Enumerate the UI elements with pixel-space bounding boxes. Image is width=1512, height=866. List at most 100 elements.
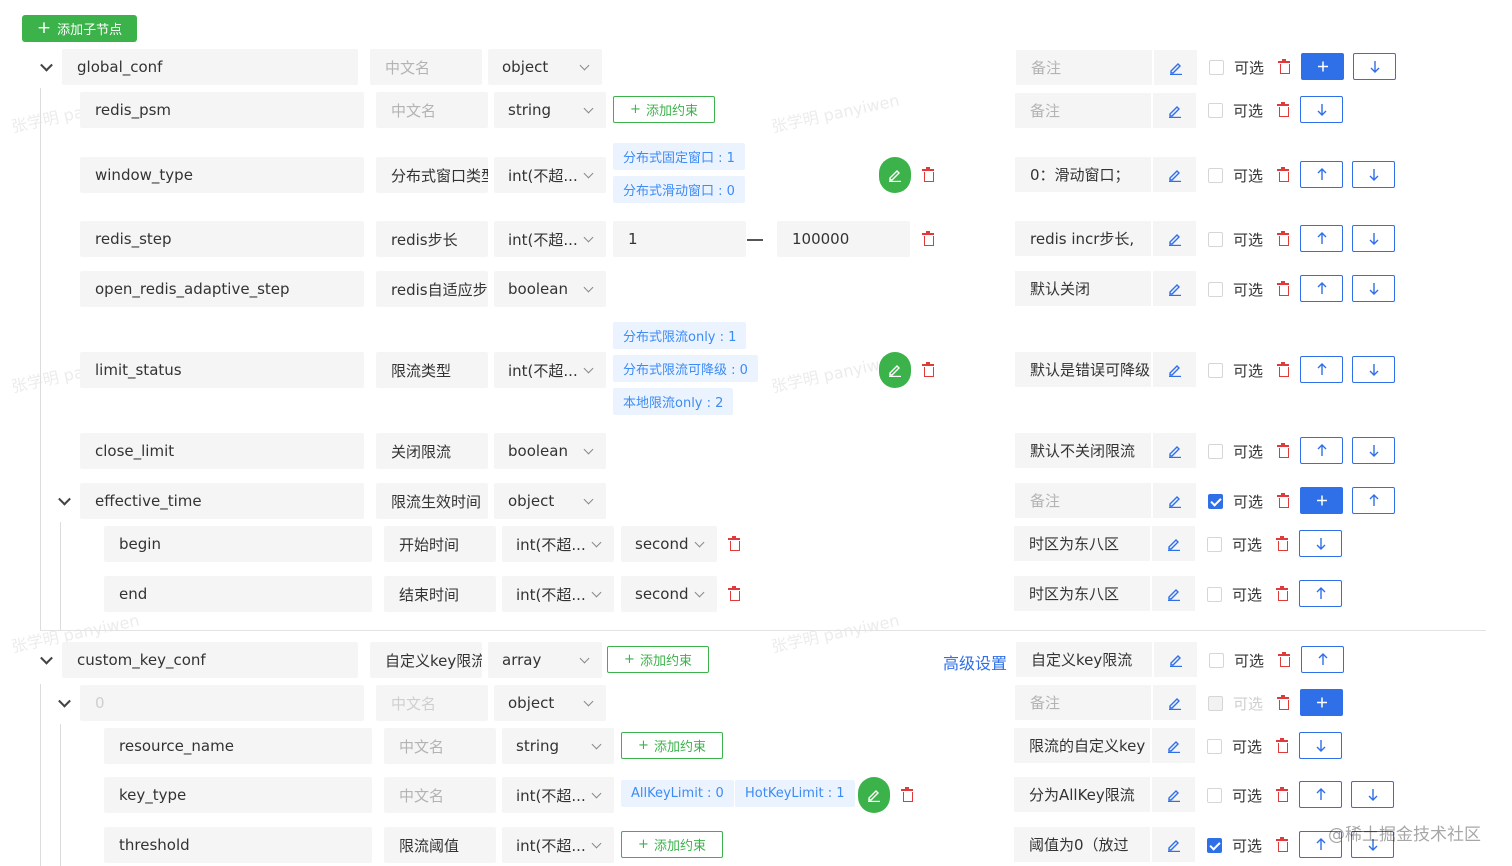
- delete-constraint-icon[interactable]: [901, 787, 913, 802]
- move-up-button[interactable]: [1301, 646, 1344, 673]
- type-select[interactable]: int(不超...: [502, 777, 614, 813]
- move-down-button[interactable]: [1352, 437, 1395, 464]
- range-min-input[interactable]: 1: [613, 221, 746, 257]
- add-child-button[interactable]: [1300, 689, 1343, 716]
- type-select[interactable]: int(不超...: [494, 157, 606, 193]
- field-cn-input[interactable]: 限流阈值: [384, 827, 496, 863]
- type-select[interactable]: object: [488, 49, 602, 85]
- delete-icon[interactable]: [1278, 652, 1290, 667]
- move-up-button[interactable]: [1299, 580, 1342, 607]
- field-name-input[interactable]: effective_time: [80, 483, 364, 519]
- note-input[interactable]: 限流的自定义key: [1014, 728, 1150, 763]
- add-child-button[interactable]: [1300, 487, 1343, 514]
- note-edit-button[interactable]: [1150, 728, 1195, 763]
- optional-checkbox[interactable]: [1207, 537, 1222, 552]
- note-input[interactable]: 备注: [1015, 685, 1151, 720]
- optional-checkbox[interactable]: [1208, 494, 1223, 509]
- field-name-input[interactable]: resource_name: [104, 728, 372, 764]
- constraint-tag[interactable]: 分布式限流可降级 : 0: [613, 355, 758, 382]
- note-edit-button[interactable]: [1151, 433, 1196, 468]
- constraint-tag[interactable]: 分布式限流only : 1: [613, 322, 747, 349]
- note-input[interactable]: 0：滑动窗口；: [1015, 157, 1151, 192]
- delete-icon[interactable]: [1277, 362, 1289, 377]
- field-cn-input[interactable]: 中文名: [376, 92, 488, 128]
- field-cn-input[interactable]: 限流生效时间: [376, 483, 488, 519]
- type-select[interactable]: int(不超...: [502, 576, 614, 612]
- delete-constraint-icon[interactable]: [728, 586, 740, 601]
- type-select[interactable]: object: [494, 685, 606, 721]
- note-edit-button[interactable]: [1151, 157, 1196, 192]
- delete-constraint-icon[interactable]: [922, 231, 934, 246]
- delete-icon[interactable]: [1276, 787, 1288, 802]
- field-cn-input[interactable]: 分布式窗口类型: [376, 157, 488, 193]
- unit-select[interactable]: second: [621, 526, 717, 562]
- collapse-chevron-icon[interactable]: [40, 651, 53, 665]
- move-up-button[interactable]: [1300, 161, 1343, 188]
- type-select[interactable]: string: [494, 92, 606, 128]
- type-select[interactable]: int(不超...: [494, 352, 606, 388]
- note-input[interactable]: 默认是错误可降级: [1015, 352, 1151, 387]
- note-edit-button[interactable]: [1151, 271, 1196, 306]
- note-input[interactable]: 时区为东八区: [1014, 526, 1150, 561]
- move-down-button[interactable]: [1351, 781, 1394, 808]
- constraint-tag[interactable]: AllKeyLimit : 0: [621, 780, 734, 807]
- delete-icon[interactable]: [1277, 231, 1289, 246]
- add-constraint-button[interactable]: + 添加约束: [621, 732, 723, 759]
- field-cn-input[interactable]: 关闭限流: [376, 433, 488, 469]
- note-input[interactable]: 时区为东八区: [1014, 576, 1150, 611]
- optional-checkbox[interactable]: [1207, 587, 1222, 602]
- collapse-chevron-icon[interactable]: [58, 694, 71, 708]
- note-edit-button[interactable]: [1152, 50, 1197, 85]
- optional-checkbox[interactable]: [1208, 168, 1223, 183]
- edit-constraint-button[interactable]: [879, 157, 911, 193]
- note-edit-button[interactable]: [1151, 685, 1196, 720]
- delete-constraint-icon[interactable]: [728, 536, 740, 551]
- delete-icon[interactable]: [1277, 167, 1289, 182]
- field-cn-input[interactable]: 中文名: [384, 728, 496, 764]
- field-cn-input[interactable]: 结束时间: [384, 576, 496, 612]
- optional-checkbox[interactable]: [1207, 838, 1222, 853]
- delete-constraint-icon[interactable]: [922, 362, 934, 377]
- move-down-button[interactable]: [1299, 732, 1342, 759]
- optional-checkbox[interactable]: [1209, 653, 1224, 668]
- field-name-input[interactable]: redis_psm: [80, 92, 364, 128]
- delete-icon[interactable]: [1276, 837, 1288, 852]
- field-cn-input[interactable]: redis步长: [376, 221, 488, 257]
- optional-checkbox[interactable]: [1207, 788, 1222, 803]
- note-input[interactable]: 备注: [1015, 93, 1151, 128]
- move-up-button[interactable]: [1299, 781, 1342, 808]
- add-constraint-button[interactable]: + 添加约束: [621, 831, 723, 858]
- add-child-button[interactable]: [1301, 53, 1344, 80]
- note-edit-button[interactable]: [1150, 777, 1195, 812]
- field-cn-input[interactable]: 中文名: [370, 49, 482, 85]
- note-input[interactable]: 分为AllKey限流: [1014, 777, 1150, 812]
- move-down-button[interactable]: [1352, 225, 1395, 252]
- field-name-input[interactable]: end: [104, 576, 372, 612]
- type-select[interactable]: int(不超...: [494, 221, 606, 257]
- field-name-input[interactable]: custom_key_conf: [62, 642, 358, 678]
- type-select[interactable]: string: [502, 728, 614, 764]
- field-name-input[interactable]: limit_status: [80, 352, 364, 388]
- delete-icon[interactable]: [1276, 536, 1288, 551]
- delete-icon[interactable]: [1277, 102, 1289, 117]
- move-down-button[interactable]: [1352, 161, 1395, 188]
- note-edit-button[interactable]: [1150, 827, 1195, 862]
- move-down-button[interactable]: [1352, 356, 1395, 383]
- move-up-button[interactable]: [1300, 437, 1343, 464]
- field-name-input[interactable]: close_limit: [80, 433, 364, 469]
- note-edit-button[interactable]: [1152, 642, 1197, 677]
- advanced-settings-link[interactable]: 高级设置: [943, 650, 1007, 674]
- type-select[interactable]: array: [488, 642, 602, 678]
- delete-icon[interactable]: [1277, 695, 1289, 710]
- optional-checkbox[interactable]: [1208, 103, 1223, 118]
- optional-checkbox[interactable]: [1208, 282, 1223, 297]
- move-down-button[interactable]: [1299, 530, 1342, 557]
- edit-constraint-button[interactable]: [858, 777, 890, 813]
- note-edit-button[interactable]: [1151, 352, 1196, 387]
- delete-icon[interactable]: [1277, 281, 1289, 296]
- field-cn-input[interactable]: 中文名: [384, 777, 496, 813]
- move-down-button[interactable]: [1353, 53, 1396, 80]
- field-name-input[interactable]: open_redis_adaptive_step: [80, 271, 364, 307]
- collapse-chevron-icon[interactable]: [58, 492, 71, 506]
- move-down-button[interactable]: [1300, 96, 1343, 123]
